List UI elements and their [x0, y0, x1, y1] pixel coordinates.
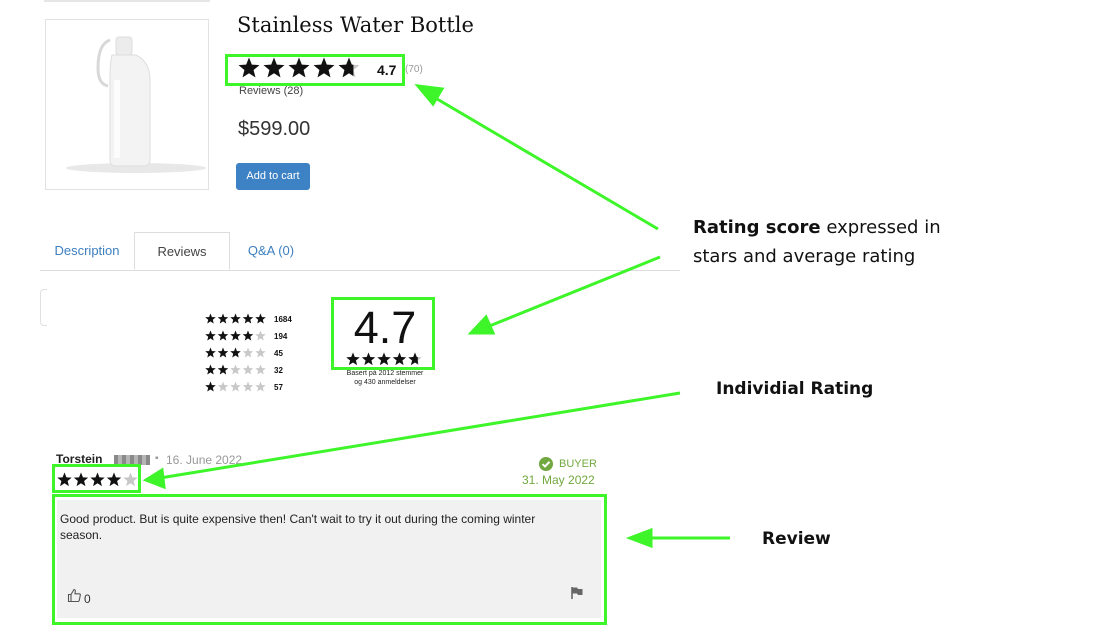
annotation-rating-score-line2: stars and average rating: [693, 246, 916, 267]
annotation-review: Review: [762, 529, 831, 549]
annotation-arrows: [142, 84, 730, 549]
annotation-rating-score: Rating score expressed in stars and aver…: [693, 213, 941, 271]
annotation-rating-score-bold: Rating score: [693, 217, 821, 238]
annotation-rating-score-line1: Rating score expressed in: [693, 213, 941, 242]
annotation-individual-rating: Individial Rating: [716, 379, 874, 399]
annotation-rating-score-rest: expressed in: [820, 217, 941, 238]
